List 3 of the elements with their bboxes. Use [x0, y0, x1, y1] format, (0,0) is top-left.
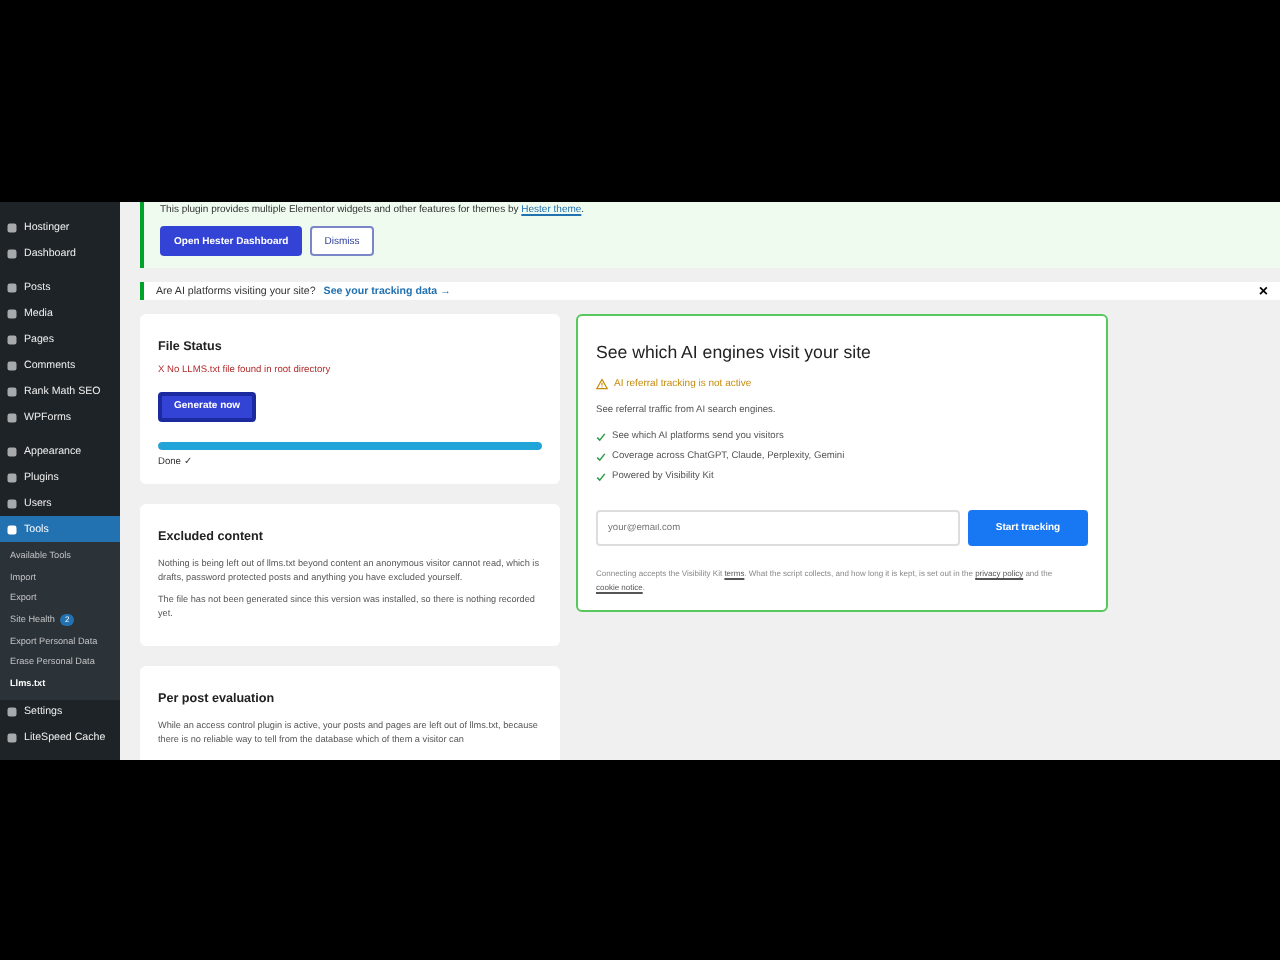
card-title: See which AI engines visit your site	[596, 342, 873, 362]
close-button[interactable]: ×	[1258, 282, 1268, 300]
warning-icon	[596, 378, 608, 390]
